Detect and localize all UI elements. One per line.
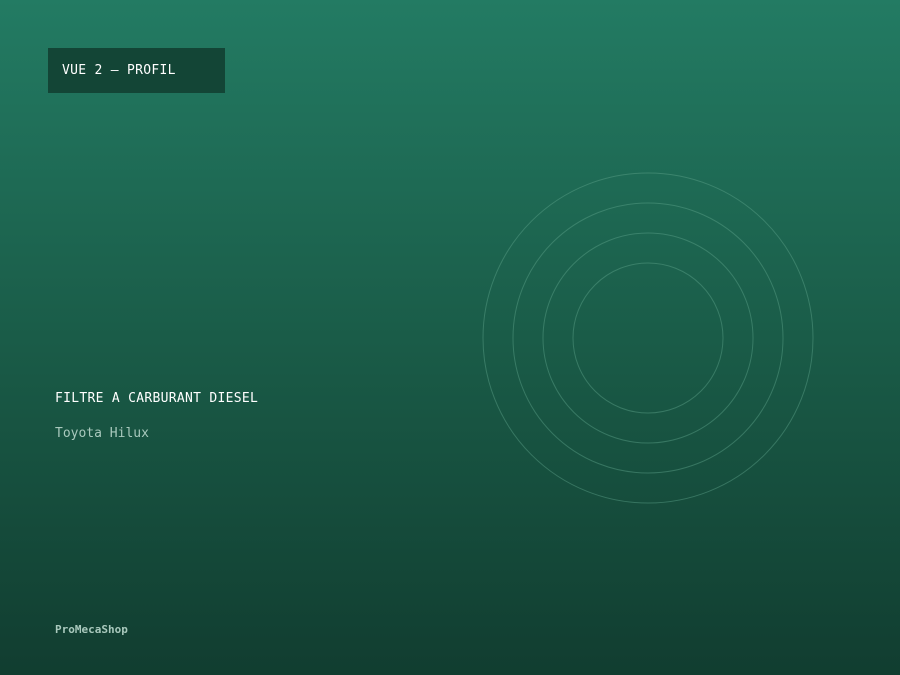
ring-second [542, 232, 754, 444]
ring-outer [482, 172, 814, 504]
product-vehicle: Toyota Hilux [55, 426, 149, 441]
concentric-rings-icon [482, 172, 814, 504]
view-badge: VUE 2 — PROFIL [48, 48, 225, 93]
ring-third [512, 202, 784, 474]
view-badge-label: VUE 2 — PROFIL [62, 63, 176, 78]
product-title: FILTRE A CARBURANT DIESEL [55, 391, 259, 406]
ring-inner [572, 262, 724, 414]
brand-name: ProMecaShop [55, 623, 128, 636]
